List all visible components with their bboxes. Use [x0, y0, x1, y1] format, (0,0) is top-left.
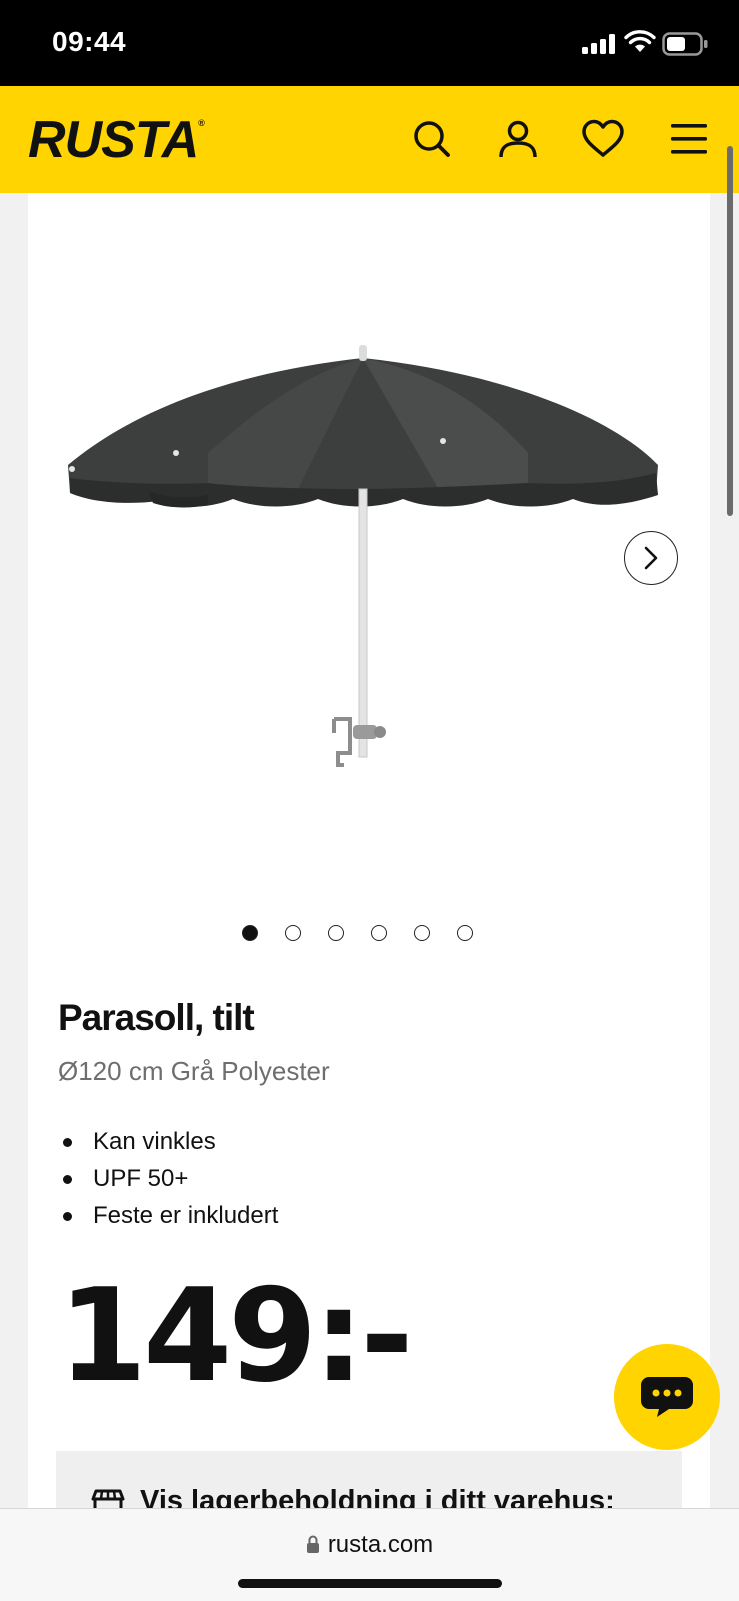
logo-registered-mark: ®: [198, 118, 205, 128]
status-time: 09:44: [52, 26, 127, 57]
feature-item: Feste er inkludert: [58, 1197, 278, 1234]
carousel-dot[interactable]: [457, 925, 473, 941]
site-header: RUSTA®: [0, 86, 739, 193]
carousel-dot[interactable]: [328, 925, 344, 941]
browser-address-bar[interactable]: rusta.com: [0, 1508, 739, 1601]
status-bar: 09:44: [0, 0, 739, 86]
product-title: Parasoll, tilt: [58, 997, 255, 1038]
carousel-dot[interactable]: [371, 925, 387, 941]
search-icon: [414, 121, 450, 157]
product-price: 149:-: [58, 1262, 413, 1411]
favorites-button[interactable]: [578, 114, 628, 164]
page-scrollbar[interactable]: [727, 146, 733, 516]
chevron-right-icon: [644, 546, 658, 570]
carousel-dot[interactable]: [414, 925, 430, 941]
account-button[interactable]: [493, 114, 543, 164]
chat-bubble-icon: [641, 1377, 693, 1417]
user-icon: [499, 120, 537, 158]
product-subtitle: Ø120 cm Grå Polyester: [58, 1056, 330, 1086]
cellular-signal-icon: [582, 34, 615, 54]
logo-text: RUSTA: [28, 111, 199, 169]
carousel-dot[interactable]: [285, 925, 301, 941]
heart-icon: [582, 119, 624, 157]
hamburger-menu-icon: [671, 124, 707, 154]
battery-icon: [662, 32, 708, 56]
feature-list: Kan vinkles UPF 50+ Feste er inkludert: [58, 1123, 278, 1234]
feature-item: UPF 50+: [58, 1160, 278, 1197]
search-button[interactable]: [407, 114, 457, 164]
feature-item: Kan vinkles: [58, 1123, 278, 1160]
lock-icon: [306, 1535, 319, 1553]
chat-button[interactable]: [614, 1344, 720, 1450]
menu-button[interactable]: [664, 114, 714, 164]
image-carousel-dots: [242, 925, 473, 945]
next-image-button[interactable]: [624, 531, 678, 585]
product-card: Parasoll, tilt Ø120 cm Grå Polyester Kan…: [28, 193, 710, 1521]
home-indicator[interactable]: [238, 1579, 502, 1588]
product-image-umbrella[interactable]: [58, 313, 668, 783]
carousel-dot[interactable]: [242, 925, 258, 941]
wifi-icon: [624, 30, 656, 52]
url-display[interactable]: rusta.com: [0, 1531, 739, 1559]
rusta-logo[interactable]: RUSTA®: [28, 110, 205, 170]
url-text: rusta.com: [327, 1531, 434, 1558]
